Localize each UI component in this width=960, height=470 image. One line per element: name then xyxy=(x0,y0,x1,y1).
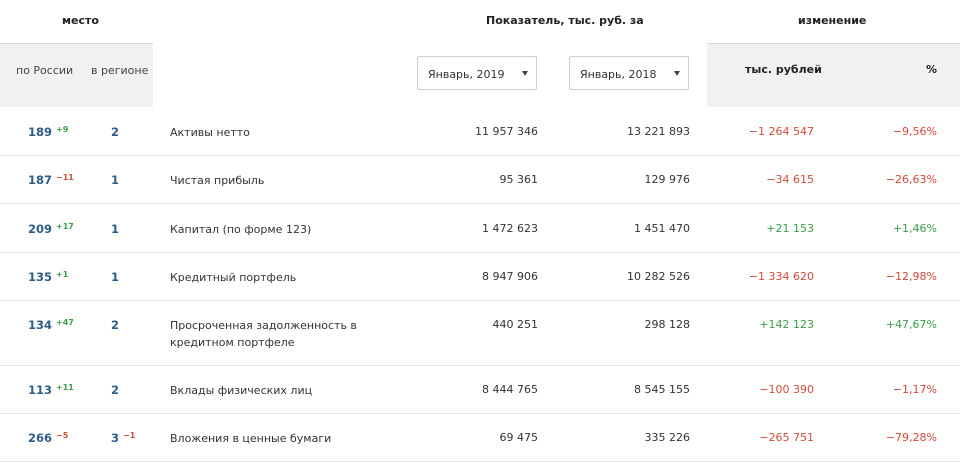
russia-rank-header: по России xyxy=(16,64,74,77)
value-previous: 129 976 xyxy=(644,173,691,186)
region-rank: 3 −1 xyxy=(111,431,135,445)
indicator-name: Капитал (по форме 123) xyxy=(170,223,312,236)
table-row: 266 −5 3 −1 Вложения в ценные бумаги 69 475 33… xyxy=(0,414,960,462)
value-previous: 8 545 155 xyxy=(634,383,690,396)
value-current: 95 361 xyxy=(499,173,539,186)
region-rank-value: 2 xyxy=(111,125,120,139)
region-rank-value: 1 xyxy=(111,222,120,236)
indicators-table: 189 +9 2 Активы нетто 11 957 346 13 221 893 −1… xyxy=(0,108,960,462)
change-abs-header: тыс. рублей xyxy=(745,63,822,76)
region-rank-value: 2 xyxy=(111,383,120,397)
dropdown-arrow-icon xyxy=(522,71,528,76)
table-row: 209 +17 1 Капитал (по форме 123) 1 472 623 1 … xyxy=(0,204,960,253)
table-row: 135 +1 1 Кредитный портфель 8 947 906 10 282 … xyxy=(0,253,960,301)
russia-rank: 187 −11 xyxy=(28,173,74,187)
indicator-name: Вложения в ценные бумаги xyxy=(170,432,332,445)
value-previous: 298 128 xyxy=(644,318,691,331)
value-current: 1 472 623 xyxy=(482,222,538,235)
change-percent: −9,56% xyxy=(892,125,937,138)
russia-rank: 209 +17 xyxy=(28,222,74,236)
russia-rank-delta: +47 xyxy=(56,318,74,327)
region-rank-value: 3 xyxy=(111,431,120,445)
russia-rank-value: 113 xyxy=(28,383,53,397)
table-header: место Показатель, тыс. руб. за изменение… xyxy=(0,0,960,107)
region-rank-delta: −1 xyxy=(123,431,136,440)
previous-period-select[interactable]: Январь, 2018 xyxy=(569,56,689,90)
change-percent: −26,63% xyxy=(885,173,937,186)
place-column-title: место xyxy=(62,14,99,27)
indicator-name: Вклады физических лиц xyxy=(170,384,313,397)
table-row: 113 +11 2 Вклады физических лиц 8 444 765 8 5… xyxy=(0,366,960,414)
table-row: 187 −11 1 Чистая прибыль 95 361 129 976 −34 61… xyxy=(0,156,960,204)
change-absolute: −1 334 620 xyxy=(748,270,814,283)
change-absolute: −34 615 xyxy=(766,173,814,186)
change-column-title: изменение xyxy=(798,14,867,27)
russia-rank-value: 134 xyxy=(28,318,53,332)
russia-rank-value: 209 xyxy=(28,222,53,236)
indicator-name: Чистая прибыль xyxy=(170,174,265,187)
change-percent: +47,67% xyxy=(885,318,937,331)
region-rank: 1 xyxy=(111,270,119,284)
table-row: 189 +9 2 Активы нетто 11 957 346 13 221 893 −1… xyxy=(0,108,960,156)
indicator-name: Кредитный портфель xyxy=(170,271,297,284)
value-current: 8 444 765 xyxy=(482,383,538,396)
russia-rank-value: 266 xyxy=(28,431,53,445)
divider xyxy=(707,43,960,44)
value-current: 11 957 346 xyxy=(475,125,538,138)
change-absolute: −100 390 xyxy=(759,383,814,396)
value-current: 8 947 906 xyxy=(482,270,538,283)
change-absolute: +142 123 xyxy=(759,318,814,331)
previous-period-value: Январь, 2018 xyxy=(580,68,657,81)
region-rank: 1 xyxy=(111,222,119,236)
change-percent: −1,17% xyxy=(892,383,937,396)
change-percent: −12,98% xyxy=(885,270,937,283)
region-rank-header: в регионе xyxy=(91,64,149,77)
change-pct-header: % xyxy=(926,63,938,76)
russia-rank: 266 −5 xyxy=(28,431,68,445)
value-previous: 335 226 xyxy=(644,431,691,444)
russia-rank-delta: +17 xyxy=(56,222,74,231)
current-period-value: Январь, 2019 xyxy=(428,68,505,81)
value-previous: 13 221 893 xyxy=(627,125,690,138)
region-rank: 1 xyxy=(111,173,119,187)
indicator-name: Просроченная задолженность в кредитном п… xyxy=(170,319,357,349)
russia-rank-value: 135 xyxy=(28,270,53,284)
change-percent: −79,28% xyxy=(885,431,937,444)
indicator-name: Активы нетто xyxy=(170,126,250,139)
russia-rank-delta: +11 xyxy=(56,383,74,392)
divider xyxy=(0,43,153,44)
russia-rank: 113 +11 xyxy=(28,383,74,397)
region-rank: 2 xyxy=(111,383,119,397)
russia-rank-delta: +9 xyxy=(56,125,69,134)
change-absolute: +21 153 xyxy=(766,222,814,235)
russia-rank: 134 +47 xyxy=(28,318,74,332)
region-rank-value: 1 xyxy=(111,173,120,187)
dropdown-arrow-icon xyxy=(674,71,680,76)
russia-rank-delta: −11 xyxy=(56,173,74,182)
russia-rank: 189 +9 xyxy=(28,125,68,139)
change-absolute: −265 751 xyxy=(759,431,814,444)
change-percent: +1,46% xyxy=(892,222,937,235)
change-absolute: −1 264 547 xyxy=(748,125,814,138)
current-period-select[interactable]: Январь, 2019 xyxy=(417,56,537,90)
value-current: 440 251 xyxy=(492,318,539,331)
region-rank: 2 xyxy=(111,318,119,332)
value-previous: 1 451 470 xyxy=(634,222,690,235)
indicator-column-title: Показатель, тыс. руб. за xyxy=(486,14,644,27)
region-rank-value: 1 xyxy=(111,270,120,284)
value-previous: 10 282 526 xyxy=(627,270,690,283)
table-row: 134 +47 2 Просроченная задолженность в кред… xyxy=(0,301,960,366)
region-rank-value: 2 xyxy=(111,318,120,332)
region-rank: 2 xyxy=(111,125,119,139)
value-current: 69 475 xyxy=(499,431,539,444)
russia-rank-delta: +1 xyxy=(56,270,69,279)
russia-rank: 135 +1 xyxy=(28,270,68,284)
russia-rank-delta: −5 xyxy=(56,431,69,440)
russia-rank-value: 189 xyxy=(28,125,53,139)
russia-rank-value: 187 xyxy=(28,173,53,187)
